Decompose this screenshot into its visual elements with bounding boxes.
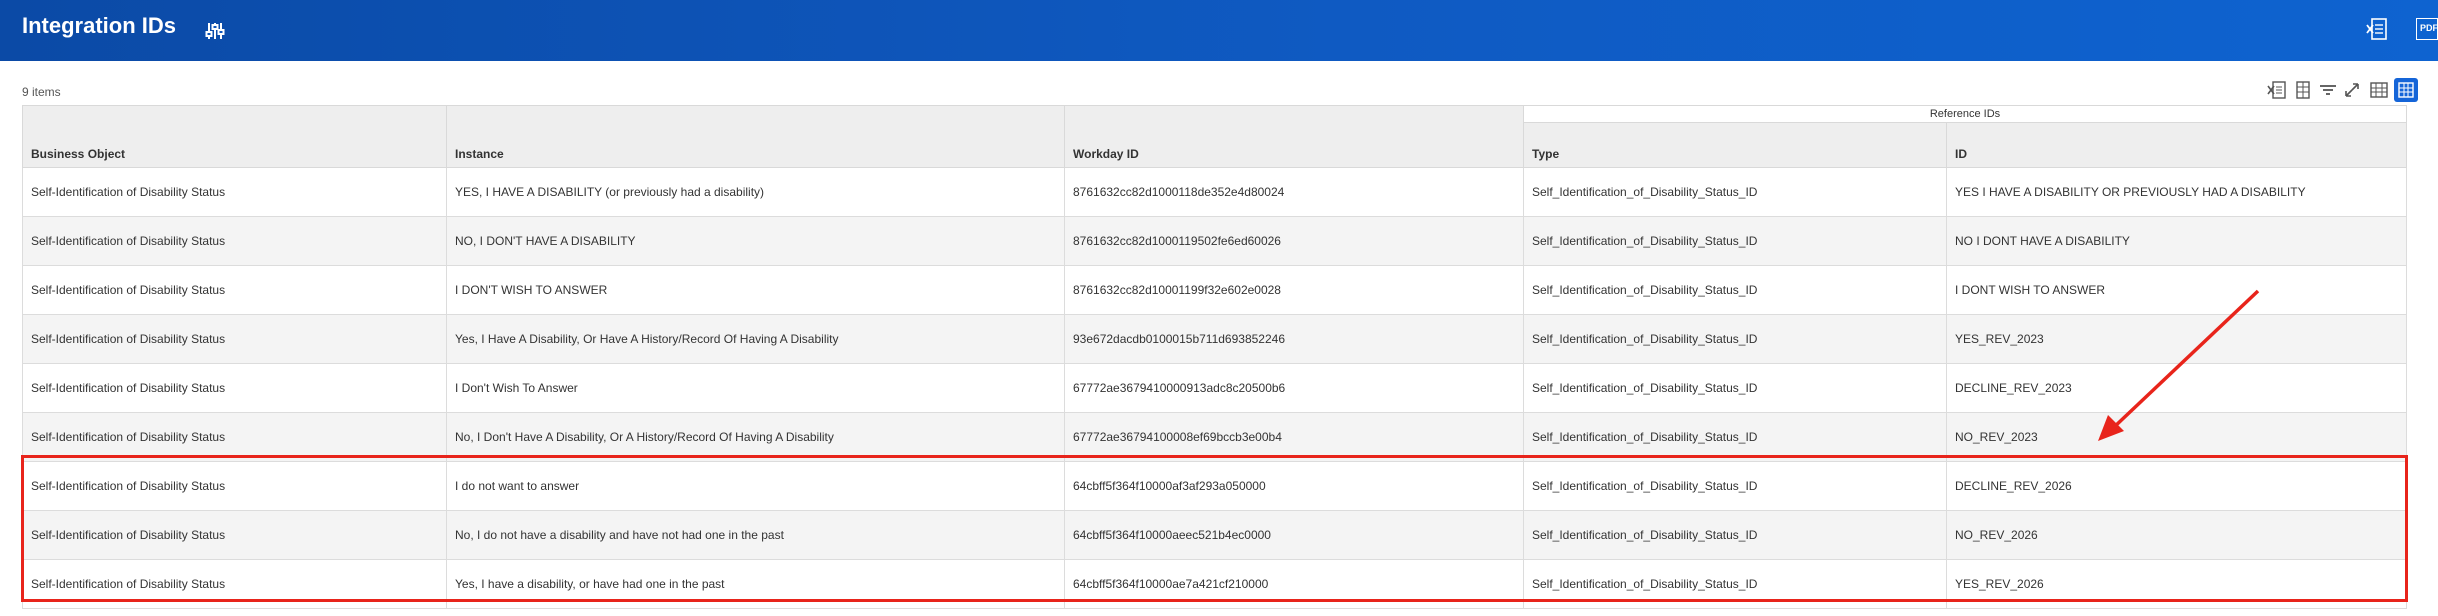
cell-workday-id: 93e672dacdb0100015b711d693852246 (1064, 314, 1524, 364)
page-title: Integration IDs (22, 13, 177, 38)
pdf-export-icon[interactable]: PDF (2416, 18, 2438, 40)
cell-workday-id: 8761632cc82d1000119502fe6ed60026 (1064, 216, 1524, 266)
excel-export-icon[interactable] (2366, 17, 2388, 41)
cell-business-object[interactable]: Self-Identification of Disability Status (22, 167, 447, 217)
cell-type: Self_Identification_of_Disability_Status… (1523, 363, 1947, 413)
pdf-label: PDF (2420, 23, 2438, 33)
export-to-worksheets-icon[interactable] (2291, 78, 2315, 102)
app-header: Integration IDs PDF (0, 0, 2438, 61)
cell-id: YES I HAVE A DISABILITY OR PREVIOUSLY HA… (1946, 167, 2407, 217)
header-spacer (1064, 105, 1524, 123)
cell-business-object[interactable]: Self-Identification of Disability Status (22, 265, 447, 315)
grid-view-icon[interactable] (2394, 78, 2418, 102)
reference-ids-group-header: Reference IDs (1523, 105, 2407, 123)
item-count: 9 items (22, 85, 61, 99)
cell-instance[interactable]: YES, I HAVE A DISABILITY (or previously … (446, 167, 1065, 217)
cell-instance[interactable]: I DON'T WISH TO ANSWER (446, 265, 1065, 315)
filter-icon[interactable] (2316, 78, 2340, 102)
cell-instance[interactable]: Yes, I Have A Disability, Or Have A Hist… (446, 314, 1065, 364)
cell-business-object[interactable]: Self-Identification of Disability Status (22, 314, 447, 364)
cell-workday-id: 8761632cc82d10001199f32e602e0028 (1064, 265, 1524, 315)
cell-workday-id: 67772ae3679410000913adc8c20500b6 (1064, 363, 1524, 413)
column-header-id[interactable]: ID (1946, 122, 2407, 168)
cell-type: Self_Identification_of_Disability_Status… (1523, 265, 1947, 315)
related-actions-icon[interactable] (204, 20, 226, 42)
table-row[interactable]: Self-Identification of Disability Status… (22, 363, 2407, 413)
cell-business-object[interactable]: Self-Identification of Disability Status (22, 363, 447, 413)
cell-instance[interactable]: NO, I DON'T HAVE A DISABILITY (446, 216, 1065, 266)
cell-type: Self_Identification_of_Disability_Status… (1523, 167, 1947, 217)
table-row[interactable]: Self-Identification of Disability Status… (22, 314, 2407, 364)
cell-business-object[interactable]: Self-Identification of Disability Status (22, 216, 447, 266)
cell-type: Self_Identification_of_Disability_Status… (1523, 216, 1947, 266)
table-view-icon[interactable] (2367, 78, 2391, 102)
cell-workday-id: 8761632cc82d1000118de352e4d80024 (1064, 167, 1524, 217)
header-spacer (22, 105, 447, 123)
column-header-type[interactable]: Type (1523, 122, 1947, 168)
header-spacer (446, 105, 1065, 123)
column-header-business-object[interactable]: Business Object (22, 122, 447, 168)
column-header-workday-id[interactable]: Workday ID (1064, 122, 1524, 168)
column-header-instance[interactable]: Instance (446, 122, 1065, 168)
annotation-highlight-box (21, 455, 2408, 602)
cell-type: Self_Identification_of_Disability_Status… (1523, 314, 1947, 364)
export-to-excel-icon[interactable] (2265, 78, 2289, 102)
fullscreen-icon[interactable] (2340, 78, 2364, 102)
table-row[interactable]: Self-Identification of Disability Status… (22, 167, 2407, 217)
table-row[interactable]: Self-Identification of Disability Status… (22, 216, 2407, 266)
table-row[interactable]: Self-Identification of Disability Status… (22, 265, 2407, 315)
annotation-arrow-icon (2098, 289, 2260, 441)
cell-id: NO I DONT HAVE A DISABILITY (1946, 216, 2407, 266)
cell-instance[interactable]: I Don't Wish To Answer (446, 363, 1065, 413)
